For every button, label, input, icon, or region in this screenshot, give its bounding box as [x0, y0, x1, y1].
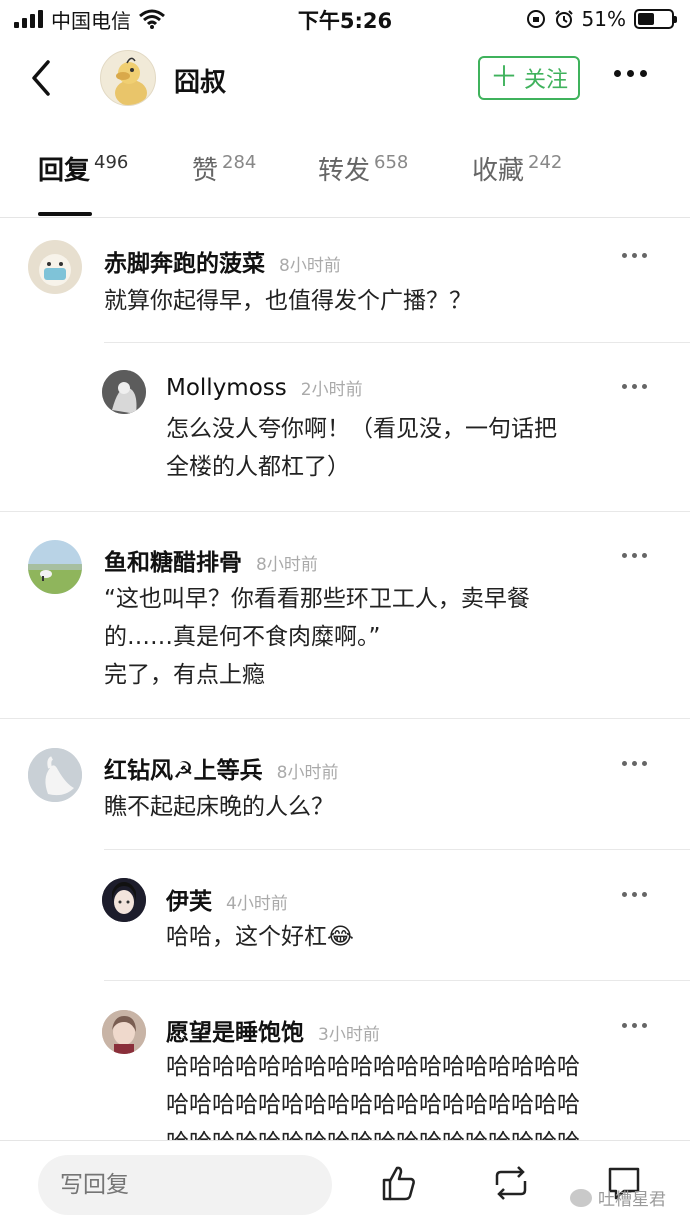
commenter-avatar[interactable] — [102, 878, 146, 922]
comment-time: 8小时前 — [279, 256, 341, 276]
status-bar: 中国电信 下午5:26 51% — [0, 0, 690, 38]
comment-text: 就算你起得早，也值得发个广播？？ — [104, 288, 472, 314]
comment-text: 怎么没人夸你啊！（看见没，一句话把 全楼的人都杠了） — [166, 416, 557, 480]
commenter-name[interactable]: 鱼和糖醋排骨 8小时前 — [104, 543, 318, 577]
comment-more-icon[interactable] — [622, 384, 647, 389]
commenter-avatar[interactable] — [102, 370, 146, 414]
tab-reposts[interactable]: 转发 658 — [318, 150, 408, 218]
commenter-avatar[interactable] — [102, 1010, 146, 1054]
avatar[interactable] — [100, 50, 156, 106]
comment-text: “这也叫早？你看看那些环卫工人，卖早餐 的……真是何不食肉糜啊。” 完了，有点上… — [104, 586, 530, 688]
comment-time: 2小时前 — [300, 380, 363, 400]
commenter-avatar[interactable] — [28, 540, 82, 594]
follow-button[interactable]: ＋ 关注 — [478, 56, 580, 100]
divider — [104, 849, 690, 850]
comment-time: 4小时前 — [226, 894, 288, 914]
wechat-icon — [570, 1188, 592, 1207]
status-right: 51% — [526, 6, 677, 32]
tab-bar: 回复 496 赞 284 转发 658 收藏 242 — [0, 150, 690, 218]
profile-header: 囧叔 ＋ 关注 — [0, 40, 690, 120]
comment-more-icon[interactable] — [622, 253, 647, 258]
comment-text: 哈哈，这个好杠😂 — [166, 924, 354, 950]
tab-favorites[interactable]: 收藏 242 — [472, 150, 562, 218]
commenter-name[interactable]: Mollymoss 2小时前 — [166, 375, 363, 401]
comment-time: 8小时前 — [276, 763, 339, 783]
reply-input[interactable] — [38, 1155, 332, 1215]
commenter-avatar[interactable] — [28, 748, 82, 802]
divider — [0, 511, 690, 512]
thumbs-up-icon[interactable] — [378, 1163, 418, 1203]
bottom-action-bar: 吐槽星君 — [0, 1140, 690, 1227]
comment-text: 瞧不起起床晚的人么？ — [104, 794, 334, 820]
comment-more-icon[interactable] — [622, 553, 647, 558]
commenter-name[interactable]: 红钻风☭上等兵 8小时前 — [104, 751, 338, 785]
page-title: 囧叔 — [174, 68, 227, 98]
commenter-name[interactable]: 赤脚奔跑的菠菜 8小时前 — [104, 244, 341, 278]
more-options-icon[interactable] — [614, 70, 647, 77]
alarm-icon — [554, 10, 573, 28]
back-icon[interactable] — [24, 56, 64, 100]
comment-time: 8小时前 — [256, 555, 318, 575]
plus-icon: ＋ — [489, 60, 518, 93]
tab-likes[interactable]: 赞 284 — [192, 150, 256, 218]
divider — [104, 342, 690, 343]
divider — [104, 980, 690, 981]
battery-icon — [634, 9, 677, 29]
comment-more-icon[interactable] — [622, 1023, 647, 1028]
watermark: 吐槽星君 — [570, 1185, 666, 1210]
comment-more-icon[interactable] — [622, 892, 647, 897]
battery-percent: 51% — [581, 7, 626, 31]
rotation-lock-icon — [526, 10, 545, 28]
tab-replies[interactable]: 回复 496 — [38, 150, 128, 218]
commenter-name[interactable]: 愿望是睡饱饱 3小时前 — [166, 1013, 380, 1047]
duck-avatar-icon — [115, 57, 147, 105]
comment-time: 3小时前 — [318, 1025, 380, 1045]
tab-active-indicator — [38, 212, 92, 216]
commenter-name[interactable]: 伊芙 4小时前 — [166, 882, 288, 916]
repost-icon[interactable] — [491, 1163, 531, 1203]
battery-fill — [638, 13, 655, 25]
divider — [0, 718, 690, 719]
commenter-avatar[interactable] — [28, 240, 82, 294]
follow-label: 关注 — [524, 68, 569, 93]
comment-more-icon[interactable] — [622, 761, 647, 766]
